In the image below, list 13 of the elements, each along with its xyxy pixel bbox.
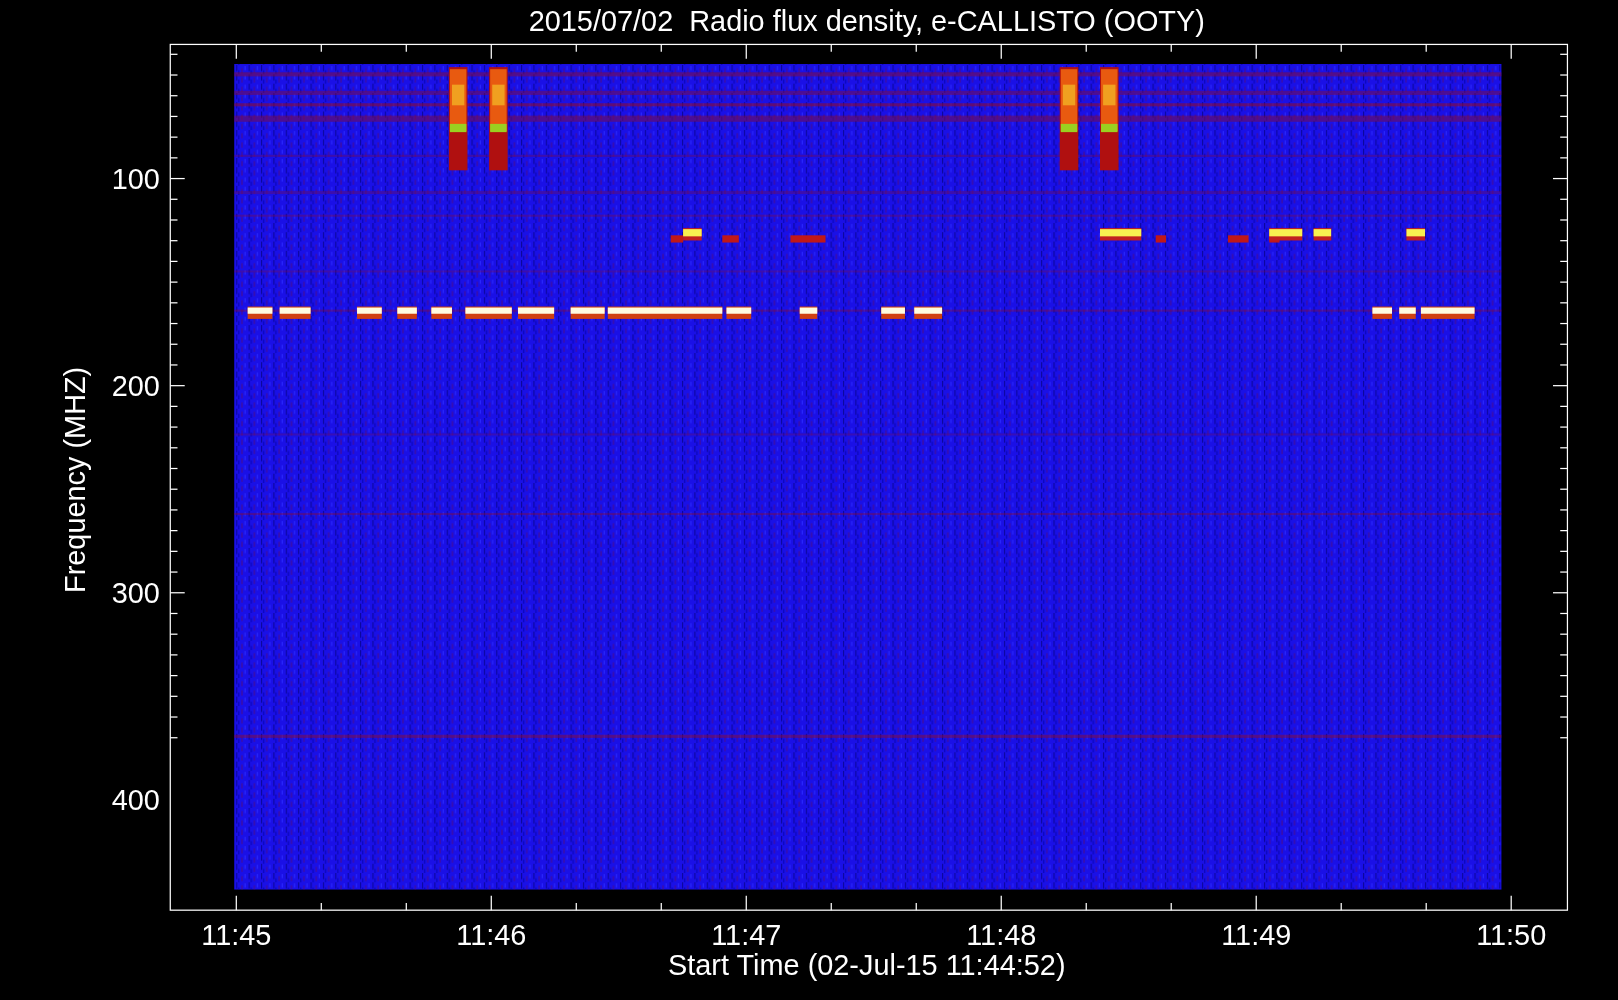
tick-label: 11:47 xyxy=(711,919,782,952)
axis-label: Frequency (MHZ) xyxy=(58,366,91,593)
tick-label: 100 xyxy=(111,162,160,195)
tick-label: 11:45 xyxy=(201,919,272,952)
tick-label: 11:50 xyxy=(1476,919,1547,952)
tick-label: 11:48 xyxy=(966,919,1037,952)
chart-title: 2015/07/02 Radio flux density, e-CALLISTO (OOTY) xyxy=(528,5,1205,37)
tick-label: 300 xyxy=(111,577,160,610)
tick-label: 11:49 xyxy=(1221,919,1292,952)
tick-label: 400 xyxy=(111,784,160,817)
tick-label: 200 xyxy=(111,370,160,402)
axis-label: Start Time (02-Jul-15 11:44:52) xyxy=(668,949,1066,982)
tick-label: 11:46 xyxy=(456,919,527,952)
